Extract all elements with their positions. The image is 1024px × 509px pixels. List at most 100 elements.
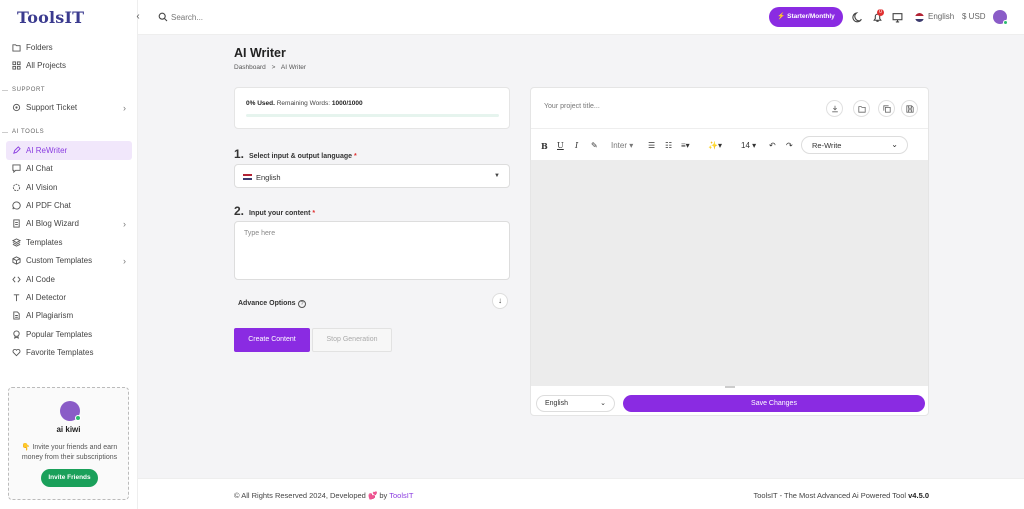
invite-card: ai kiwi 👇 Invite your friends and earn m… [8,387,129,500]
rewrite-mode-select[interactable]: Re-Write ⌄ [801,136,908,154]
sidebar-item-label: Templates [26,237,63,247]
search-icon [158,12,168,22]
plan-button[interactable]: ⚡ Starter/Monthly [769,7,843,27]
sidebar-item-label: AI Vision [26,182,58,192]
advance-options-label[interactable]: Advance Options [238,300,296,307]
gear-icon [12,103,21,112]
usage-card: 0% Used. Remaining Words: 1000/1000 [234,87,510,129]
currency-switcher[interactable]: $ USD [962,12,986,21]
save-icon[interactable] [901,100,918,117]
output-language-value: English [545,400,568,407]
sidebar-item-label: AI ReWriter [26,145,68,155]
required-marker: * [353,153,357,160]
numbered-list-icon[interactable]: ☷ [665,141,672,150]
grid-icon [12,61,21,70]
sidebar-item-ai-blog-wizard[interactable]: AI Blog Wizard › [0,215,138,233]
us-flag-icon [915,13,924,22]
eraser-icon[interactable]: ✎ [591,141,598,150]
search-input[interactable] [171,11,291,23]
language-switcher[interactable]: English [928,12,954,21]
code-icon [12,275,21,284]
sidebar-item-label: Popular Templates [26,329,93,339]
content-input[interactable] [234,221,510,280]
output-language-select[interactable]: English ⌄ [536,395,615,412]
sidebar-item-label: AI Code [26,274,55,284]
editor-toolbar: B U I ✎ Inter ▾ ☰ ☷ ≡▾ ✨▾ 14 ▾ ↶ ↷ Re-Wr… [531,128,928,160]
sidebar-item-popular-templates[interactable]: Popular Templates [0,325,138,343]
sidebar-item-ai-plagiarism[interactable]: AI Plagiarism [0,307,138,325]
sidebar-item-ai-vision[interactable]: AI Vision [0,178,138,196]
download-icon[interactable] [826,100,843,117]
avatar [60,401,81,421]
step-text: Select input & output language [248,153,353,160]
heart-icon [12,348,21,357]
sidebar-item-all-projects[interactable]: All Projects [0,56,138,74]
step-number: 2. [234,204,245,218]
help-icon[interactable]: ? [298,300,306,308]
sidebar-item-label: AI Plagiarism [26,311,74,321]
sidebar-item-ai-chat[interactable]: AI Chat [0,160,138,178]
language-select[interactable]: English ▼ [234,164,510,188]
sidebar-item-ai-pdf-chat[interactable]: AI PDF Chat [0,196,138,214]
chevron-down-icon: ⌄ [600,400,606,407]
sidebar-item-folders[interactable]: Folders [0,38,138,56]
user-avatar[interactable] [993,10,1008,25]
bold-button[interactable]: B [541,141,548,151]
underline-button[interactable]: U [557,141,564,150]
magic-wand-icon[interactable]: ✨▾ [708,141,722,150]
folder-icon[interactable] [853,100,870,117]
sidebar-item-ai-detector[interactable]: AI Detector [0,288,138,306]
sidebar-item-ai-code[interactable]: AI Code [0,270,138,288]
sidebar-item-label: Support Ticket [26,103,78,113]
breadcrumb-dashboard[interactable]: Dashboard [234,64,266,71]
step-2-label: 2. Input your content * [234,204,315,218]
tagline-text: ToolsIT - The Most Advanced Ai Powered T… [753,491,907,500]
step-text: Input your content [248,210,311,217]
copyright: © All Rights Reserved 2024, Developed 💕 … [234,491,413,500]
sidebar-item-support-ticket[interactable]: Support Ticket › [0,99,138,117]
chevron-down-icon: ⌄ [891,140,898,149]
chevron-right-icon: › [123,218,126,229]
us-flag-icon [243,174,252,180]
vision-icon [12,183,21,192]
resize-handle[interactable] [725,386,735,388]
sidebar-item-label: Favorite Templates [26,348,94,358]
font-family-select[interactable]: Inter ▾ [611,141,633,150]
breadcrumb-separator: > [271,64,276,71]
copyright-by: by [379,491,388,500]
create-content-button[interactable]: Create Content [234,328,310,352]
sidebar-item-ai-rewriter[interactable]: AI ReWriter [6,141,132,160]
developer-link[interactable]: ToolsIT [389,491,413,500]
top-header: ⚡ Starter/Monthly 0 English $ USD [138,0,1024,35]
copy-icon[interactable] [878,100,895,117]
project-title-input[interactable]: Your project title... [544,103,600,110]
align-select[interactable]: ≡▾ [681,141,690,150]
pen-icon [12,146,21,155]
font-size-select[interactable]: 14 ▾ [741,141,756,150]
stop-generation-button[interactable]: Stop Generation [312,328,392,352]
monitor-icon[interactable] [892,12,903,23]
sidebar-nav: Folders All Projects SUPPORT Support Tic… [0,38,138,362]
sidebar-item-label: All Projects [26,61,67,71]
bullet-list-icon[interactable]: ☰ [648,141,655,150]
sidebar-collapse-button[interactable]: ‹ [133,10,143,24]
layers-icon [12,238,21,247]
advance-options-toggle[interactable]: ↓ [492,293,508,309]
section-label-ai-tools: AI TOOLS [0,123,138,141]
sidebar-item-custom-templates[interactable]: Custom Templates › [0,252,138,270]
sidebar-item-favorite-templates[interactable]: Favorite Templates [0,343,138,361]
footer: © All Rights Reserved 2024, Developed 💕 … [138,478,1024,509]
section-label-support: SUPPORT [0,81,138,99]
editor-canvas[interactable] [531,160,928,388]
redo-icon[interactable]: ↷ [786,141,793,150]
footer-tagline: ToolsIT - The Most Advanced Ai Powered T… [753,491,929,500]
undo-icon[interactable]: ↶ [769,141,776,150]
text-icon [12,293,21,302]
app-logo[interactable]: ToolsIT [17,8,84,27]
italic-button[interactable]: I [575,141,578,150]
dark-mode-icon[interactable] [852,12,863,23]
invite-friends-button[interactable]: Invite Friends [41,469,98,487]
save-changes-button[interactable]: Save Changes [623,395,925,412]
notification-badge: 0 [877,9,884,16]
sidebar-item-templates[interactable]: Templates [0,233,138,251]
